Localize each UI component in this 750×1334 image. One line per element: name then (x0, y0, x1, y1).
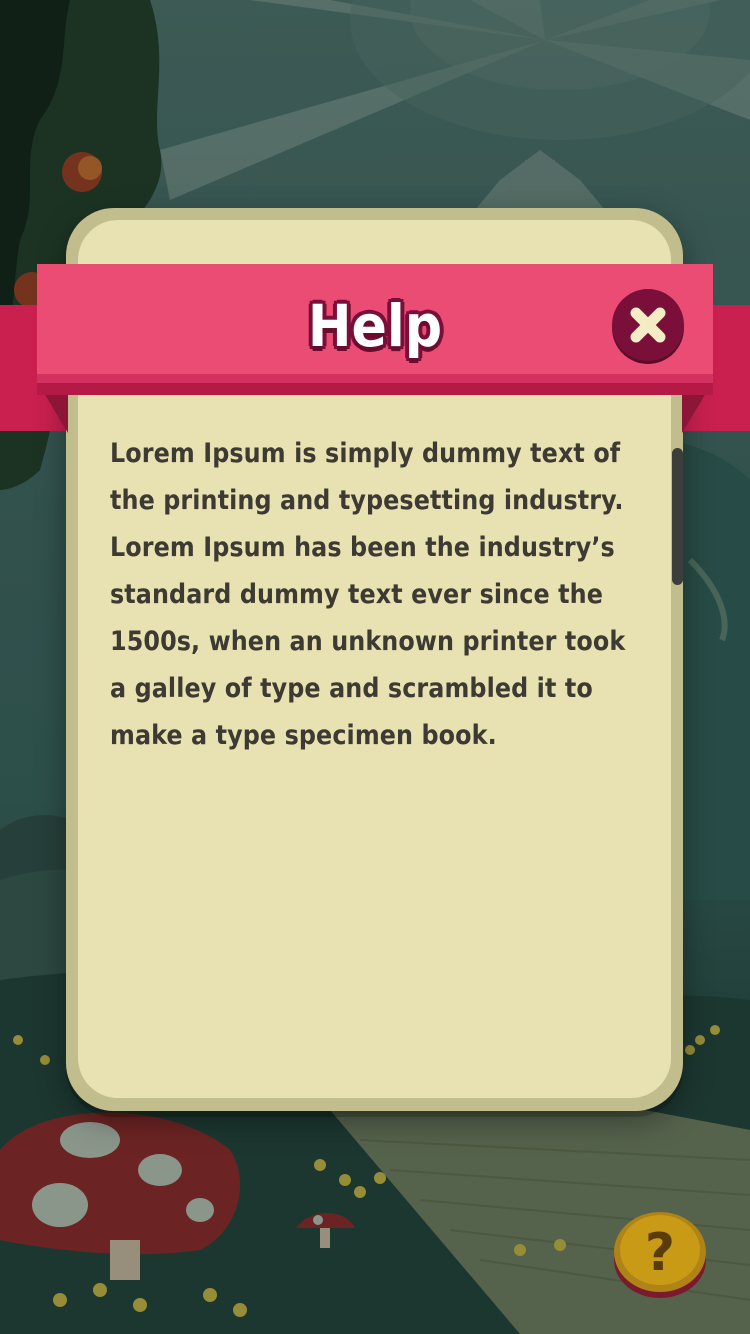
help-body-text: Lorem Ipsum is simply dummy text of the … (110, 438, 626, 751)
help-button[interactable]: ? (612, 1206, 708, 1302)
help-dialog-body[interactable]: Lorem Ipsum is simply dummy text of the … (110, 430, 645, 1080)
question-mark-coin-icon: ? (614, 1212, 706, 1298)
title-ribbon-shadow (37, 383, 713, 395)
close-x-icon (630, 307, 666, 343)
help-button-label: ? (645, 1223, 675, 1283)
help-scrollbar-thumb[interactable] (672, 448, 683, 585)
dialog-title: Help (306, 291, 443, 362)
close-button[interactable] (612, 289, 684, 361)
